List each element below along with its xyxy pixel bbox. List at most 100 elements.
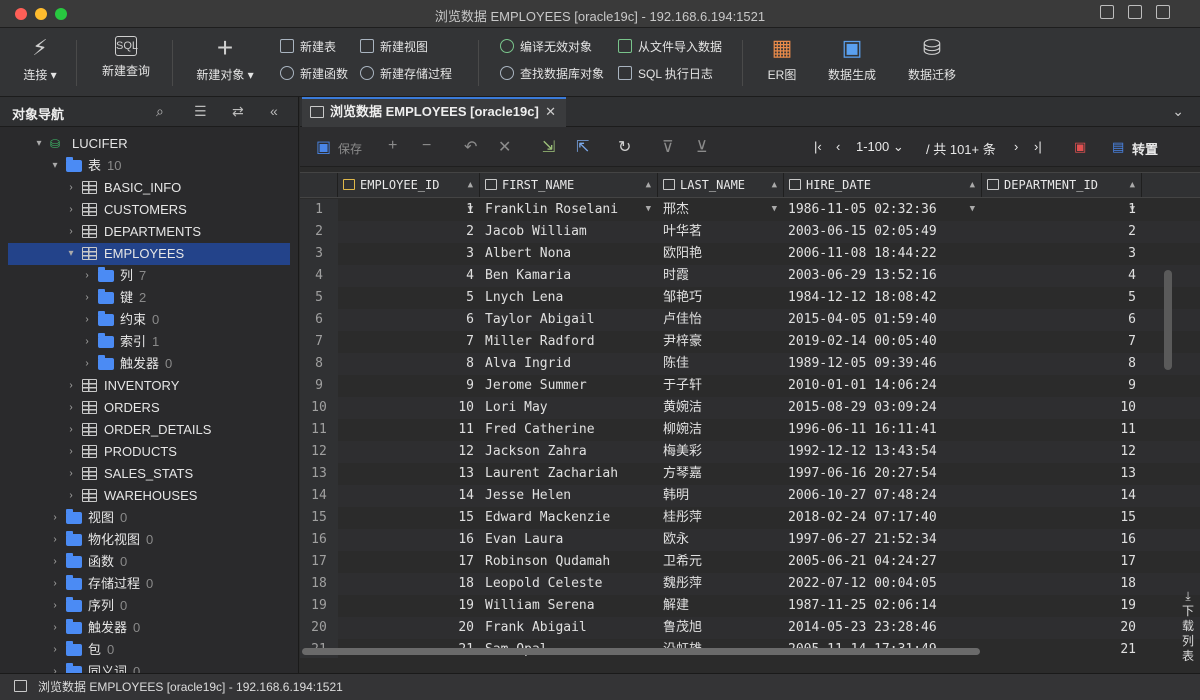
chevron-down-icon[interactable]: ▾	[34, 133, 44, 155]
table-cell[interactable]: 2006-11-08 18:44:22	[784, 243, 982, 265]
table-cell[interactable]: 1997-06-16 20:27:54	[784, 463, 982, 485]
table-row[interactable]: 3 3 Albert Nona 欧阳艳 2006-11-08 18:44:22 3	[300, 243, 1200, 265]
table-cell[interactable]: 5	[982, 287, 1142, 309]
table-cell[interactable]: 8	[338, 353, 480, 375]
last-page-icon[interactable]: ›|	[1034, 139, 1042, 154]
tree-item-employees-child[interactable]: › 列 7	[0, 265, 298, 287]
table-row[interactable]: 11 11 Fred Catherine 柳婉洁 1996-06-11 16:11:41…	[300, 419, 1200, 441]
chevron-right-icon[interactable]: ›	[82, 331, 92, 353]
chevron-right-icon[interactable]: ›	[50, 661, 60, 673]
table-cell[interactable]: 1996-06-11 16:11:41	[784, 419, 982, 441]
column-header-employee-id[interactable]: EMPLOYEE_ID ▲ ▼	[338, 173, 480, 214]
table-cell[interactable]: 魏彤萍	[658, 573, 784, 595]
table-cell[interactable]: 于子轩	[658, 375, 784, 397]
table-cell[interactable]: 邢杰	[658, 199, 784, 221]
table-cell[interactable]: 韩明	[658, 485, 784, 507]
chevron-right-icon[interactable]: ›	[50, 529, 60, 551]
table-cell[interactable]: 柳婉洁	[658, 419, 784, 441]
table-cell[interactable]: 邹艳巧	[658, 287, 784, 309]
table-cell[interactable]: 1997-06-27 21:52:34	[784, 529, 982, 551]
er-diagram-button[interactable]: ▦ ER图	[762, 36, 802, 83]
table-cell[interactable]: 2019-02-14 00:05:40	[784, 331, 982, 353]
chevron-right-icon[interactable]: ›	[50, 507, 60, 529]
table-cell[interactable]: Jerome Summer	[480, 375, 658, 397]
chevron-down-icon[interactable]: ⌄	[1172, 103, 1184, 120]
table-cell[interactable]: Lnych Lena	[480, 287, 658, 309]
chevron-down-icon[interactable]: ▾	[50, 155, 60, 177]
chevron-right-icon[interactable]: ›	[82, 265, 92, 287]
table-cell[interactable]: 3	[338, 243, 480, 265]
table-row[interactable]: 17 17 Robinson Qudamah 卫希元 2005-06-21 04:24:…	[300, 551, 1200, 573]
table-cell[interactable]: Miller Radford	[480, 331, 658, 353]
table-row[interactable]: 16 16 Evan Laura 欧永 1997-06-27 21:52:34 16	[300, 529, 1200, 551]
table-cell[interactable]: Franklin Roselani	[480, 199, 658, 221]
chevron-right-icon[interactable]: ›	[66, 177, 76, 199]
table-cell[interactable]: 17	[338, 551, 480, 573]
table-cell[interactable]: 20	[338, 617, 480, 639]
tree-item-table-departments[interactable]: › DEPARTMENTS	[0, 221, 298, 243]
column-header-hire-date[interactable]: HIRE_DATE ▲ ▼	[784, 173, 982, 214]
close-tab-icon[interactable]: ✕	[545, 99, 556, 125]
table-cell[interactable]: 14	[982, 485, 1142, 507]
tree-item-table-order_details[interactable]: › ORDER_DETAILS	[0, 419, 298, 441]
chevron-right-icon[interactable]: ›	[82, 287, 92, 309]
table-cell[interactable]: 15	[982, 507, 1142, 529]
table-cell[interactable]: 6	[982, 309, 1142, 331]
table-cell[interactable]: Taylor Abigail	[480, 309, 658, 331]
chevron-right-icon[interactable]: ›	[50, 639, 60, 661]
tree-item-folder[interactable]: › 函数 0	[0, 551, 298, 573]
table-cell[interactable]: 7	[982, 331, 1142, 353]
new-object-button[interactable]: + 新建对象 ▾	[192, 34, 258, 83]
data-migration-button[interactable]: ⛁ 数据迁移	[902, 36, 962, 83]
refresh-link-icon[interactable]: ⇄	[232, 103, 244, 120]
table-cell[interactable]: 欧阳艳	[658, 243, 784, 265]
first-page-icon[interactable]: |‹	[814, 139, 822, 154]
table-cell[interactable]: 2010-01-01 14:06:24	[784, 375, 982, 397]
table-cell[interactable]: Albert Nona	[480, 243, 658, 265]
undo-icon[interactable]: ↶	[464, 137, 477, 157]
search-icon[interactable]: ⌕	[156, 103, 164, 120]
transpose-button[interactable]: 转置	[1132, 139, 1158, 158]
page-range-select[interactable]: 1-100 ⌄	[856, 139, 904, 155]
sidebar-toggle-icon[interactable]	[1100, 5, 1114, 19]
table-cell[interactable]: Frank Abigail	[480, 617, 658, 639]
table-cell[interactable]: 1992-12-12 13:43:54	[784, 441, 982, 463]
table-cell[interactable]: 2015-04-05 01:59:40	[784, 309, 982, 331]
table-cell[interactable]: 6	[338, 309, 480, 331]
new-view-button[interactable]: 新建视图	[360, 38, 428, 56]
table-cell[interactable]: 1989-12-05 09:39:46	[784, 353, 982, 375]
table-cell[interactable]: Edward Mackenzie	[480, 507, 658, 529]
tree-item-db[interactable]: ▾ ⛁ LUCIFER	[0, 133, 298, 155]
table-cell[interactable]: 2018-02-24 07:17:40	[784, 507, 982, 529]
table-cell[interactable]: 16	[338, 529, 480, 551]
tree-item-table-products[interactable]: › PRODUCTS	[0, 441, 298, 463]
tree-item-folder[interactable]: › 存储过程 0	[0, 573, 298, 595]
tree-item-folder[interactable]: › 同义词 0	[0, 661, 298, 673]
table-cell[interactable]: Leopold Celeste	[480, 573, 658, 595]
table-row[interactable]: 5 5 Lnych Lena 邹艳巧 1984-12-12 18:08:42 5	[300, 287, 1200, 309]
table-row[interactable]: 15 15 Edward Mackenzie 桂彤萍 2018-02-24 07:17:…	[300, 507, 1200, 529]
chevron-right-icon[interactable]: ›	[66, 375, 76, 397]
table-cell[interactable]: 16	[982, 529, 1142, 551]
chevron-right-icon[interactable]: ›	[82, 309, 92, 331]
tree-item-folder[interactable]: › 序列 0	[0, 595, 298, 617]
stop-icon[interactable]: ▣	[1074, 139, 1086, 155]
download-list-tab[interactable]: ⤓ 下载列表	[1176, 589, 1200, 669]
tree-item-tables[interactable]: ▾ 表 10	[0, 155, 298, 177]
tree-item-folder[interactable]: › 触发器 0	[0, 617, 298, 639]
prev-page-icon[interactable]: ‹	[836, 139, 840, 154]
tree-item-table-warehouses[interactable]: › WAREHOUSES	[0, 485, 298, 507]
chevron-right-icon[interactable]: ›	[66, 463, 76, 485]
tree-item-table-sales_stats[interactable]: › SALES_STATS	[0, 463, 298, 485]
refresh-icon[interactable]: ↻	[618, 137, 631, 157]
table-row[interactable]: 18 18 Leopold Celeste 魏彤萍 2022-07-12 00:04:0…	[300, 573, 1200, 595]
tree-item-table-basic_info[interactable]: › BASIC_INFO	[0, 177, 298, 199]
table-cell[interactable]: 1	[338, 199, 480, 221]
find-object-button[interactable]: 查找数据库对象	[500, 65, 604, 83]
table-cell[interactable]: Laurent Zachariah	[480, 463, 658, 485]
table-cell[interactable]: 2005-06-21 04:24:27	[784, 551, 982, 573]
table-cell[interactable]: 11	[338, 419, 480, 441]
next-page-icon[interactable]: ›	[1014, 139, 1018, 154]
tree-item-folder[interactable]: › 物化视图 0	[0, 529, 298, 551]
connect-button[interactable]: ⚡ 连接 ▾	[20, 36, 60, 83]
